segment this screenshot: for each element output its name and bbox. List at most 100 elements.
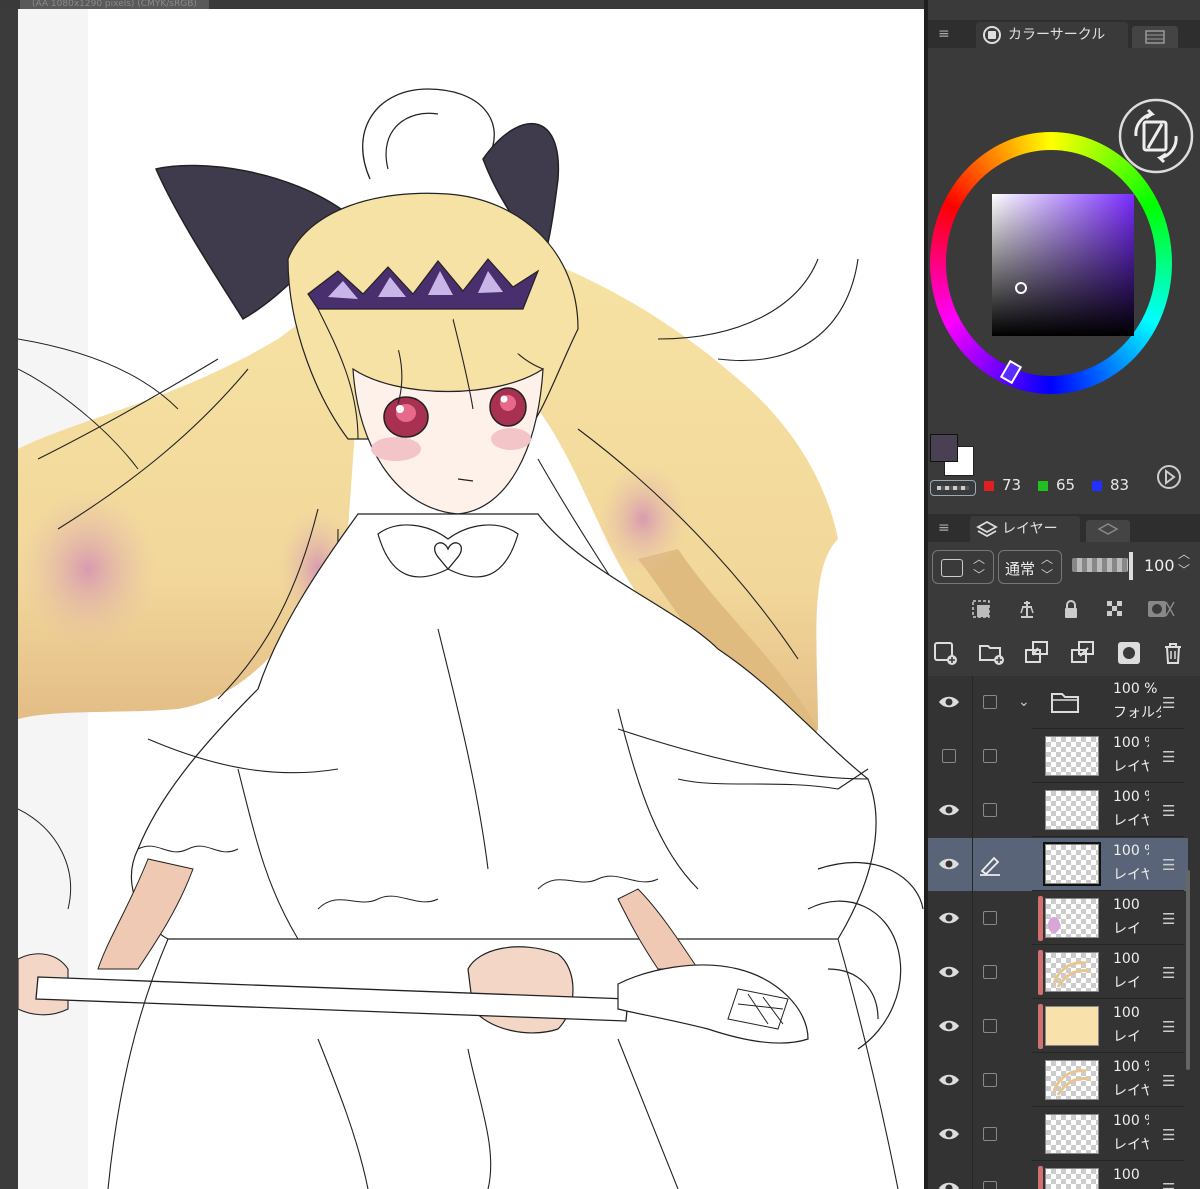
- new-raster-layer-icon[interactable]: [930, 638, 960, 668]
- reference-icon[interactable]: [1012, 594, 1042, 624]
- layer-menu-icon[interactable]: ☰: [1162, 1180, 1175, 1189]
- row-divider: [1032, 1160, 1184, 1161]
- blend-mode-select[interactable]: 通常 ︿ ﹀: [998, 550, 1062, 584]
- layer-select-checkbox[interactable]: [983, 1073, 997, 1087]
- layer-select-checkbox[interactable]: [983, 803, 997, 817]
- eye-icon[interactable]: [938, 964, 960, 980]
- layer-select-checkbox[interactable]: [983, 911, 997, 925]
- canvas-area[interactable]: [0, 9, 924, 1189]
- document-tab[interactable]: (AA 1080x1290 pixels) (CMYK/sRGB): [20, 0, 209, 9]
- lock-transparent-icon[interactable]: [1100, 594, 1130, 624]
- layer-thumbnail: [1045, 1114, 1099, 1154]
- clip-icon[interactable]: [966, 594, 996, 624]
- row-divider: [1032, 998, 1184, 999]
- visibility-checkbox[interactable]: [938, 748, 960, 764]
- pen-icon[interactable]: [978, 854, 1002, 880]
- layer-action-toolbar: [928, 634, 1200, 676]
- layer-menu-icon[interactable]: ☰: [1162, 694, 1175, 712]
- delete-icon[interactable]: [1158, 638, 1188, 668]
- layer-opacity: 100: [1113, 1167, 1140, 1183]
- sv-picker-cursor[interactable]: [1015, 282, 1027, 294]
- layer-menu-icon[interactable]: ☰: [1162, 1018, 1175, 1036]
- row-divider: [1032, 836, 1184, 837]
- eye-icon[interactable]: [938, 1180, 960, 1189]
- color-circle-tab-icon: [983, 26, 1001, 44]
- layer-color-select[interactable]: ︿ ﹀: [932, 550, 994, 584]
- layer-folder-row[interactable]: ⌄100 %フォルダー☰: [928, 676, 1188, 729]
- layer-row[interactable]: 100 % レイヤー ☰: [928, 1108, 1188, 1161]
- rgb-r[interactable]: 73: [984, 476, 1021, 494]
- layer-name: レイ: [1113, 1029, 1141, 1045]
- layer-menu-icon[interactable]: ☰: [1162, 910, 1175, 928]
- layer-select-checkbox[interactable]: [983, 965, 997, 979]
- layer-select-checkbox[interactable]: [983, 1181, 997, 1189]
- eye-icon[interactable]: [938, 910, 960, 926]
- eye-icon[interactable]: [938, 1018, 960, 1034]
- layer-menu-icon[interactable]: ☰: [1162, 964, 1175, 982]
- layers-icon: [976, 520, 998, 538]
- drawing-canvas[interactable]: [18, 9, 924, 1189]
- opacity-slider-handle[interactable]: [1129, 552, 1133, 580]
- layer-menu-icon[interactable]: ☰: [1162, 1072, 1175, 1090]
- layer-opacity: 100: [1113, 1005, 1140, 1021]
- mask-icon[interactable]: [1146, 594, 1176, 624]
- layer-menu-icon[interactable]: ☰: [1162, 1126, 1175, 1144]
- layer-mask-icon[interactable]: [1114, 638, 1144, 668]
- tab-layer-property[interactable]: [1086, 520, 1130, 542]
- layer-row[interactable]: 100 % レイヤー ☰: [928, 784, 1188, 837]
- layer-list-scrollbar[interactable]: [1186, 870, 1190, 1070]
- tab-color-slider[interactable]: [1132, 26, 1178, 48]
- row-divider: [1032, 782, 1184, 783]
- layer-name: レイヤー: [1113, 813, 1149, 829]
- layer-row[interactable]: 100 レイ ☰: [928, 892, 1188, 945]
- layer-row[interactable]: 100 % レイヤー ☰: [928, 1054, 1188, 1107]
- row-divider: [1032, 1052, 1184, 1053]
- opacity-slider[interactable]: [1072, 558, 1128, 572]
- layer-name: レイ: [1113, 921, 1141, 937]
- rgb-b[interactable]: 83: [1092, 476, 1129, 494]
- layer-thumbnail: [1045, 1060, 1099, 1100]
- artwork: [18, 9, 924, 1189]
- layer-panel-menu-icon[interactable]: ≡: [938, 521, 952, 535]
- play-icon[interactable]: [1156, 464, 1182, 490]
- layer-opacity: 100 %: [1113, 735, 1149, 751]
- layer-select-checkbox[interactable]: [983, 1019, 997, 1033]
- rgb-g[interactable]: 65: [1038, 476, 1075, 494]
- layer-menu-icon[interactable]: ☰: [1162, 802, 1175, 820]
- layer-menu-icon[interactable]: ☰: [1162, 856, 1175, 874]
- layer-select-checkbox[interactable]: [983, 1127, 997, 1141]
- chevron-down-icon[interactable]: ⌄: [1018, 694, 1030, 710]
- eye-icon[interactable]: [938, 856, 960, 872]
- layer-row[interactable]: 100 ☰: [928, 1162, 1188, 1189]
- eye-icon[interactable]: [938, 694, 960, 710]
- layer-row[interactable]: 100 レイ ☰: [928, 1000, 1188, 1053]
- main-color-swatch[interactable]: [930, 434, 958, 462]
- opacity-stepper[interactable]: ︿ ﹀: [1178, 546, 1190, 578]
- layer-row[interactable]: 100 % レイヤー ☰: [928, 730, 1188, 783]
- tab-color-circle[interactable]: カラーサークル: [976, 22, 1128, 48]
- transfer-down-icon[interactable]: [1022, 638, 1052, 668]
- saturation-value-square[interactable]: [992, 194, 1134, 336]
- eye-icon[interactable]: [938, 1126, 960, 1142]
- layer-list[interactable]: ⌄100 %フォルダー☰100 %レイヤー☰100 %レイヤー☰100 %レイヤ…: [928, 676, 1200, 1189]
- transparent-color-button[interactable]: [930, 480, 976, 496]
- panel-menu-icon[interactable]: ≡: [938, 27, 952, 41]
- layer-menu-icon[interactable]: ☰: [1162, 748, 1175, 766]
- layer-select-checkbox[interactable]: [983, 695, 997, 709]
- row-divider: [1032, 1106, 1184, 1107]
- layer-name: レイヤー: [1113, 1137, 1149, 1153]
- eye-icon[interactable]: [938, 1072, 960, 1088]
- tab-layer[interactable]: レイヤー: [970, 516, 1080, 542]
- layer-thumbnail: [1045, 952, 1099, 992]
- right-panel: ≡ カラーサークル 73 65 83 ≡ レイヤー ︿ ﹀ 通常 ︿ ﹀ 100…: [928, 0, 1200, 1189]
- layer-select-checkbox[interactable]: [983, 749, 997, 763]
- merge-down-icon[interactable]: [1068, 638, 1098, 668]
- layer-row[interactable]: 100 レイ ☰: [928, 946, 1188, 999]
- clipping-indicator: [1038, 1004, 1043, 1049]
- eye-icon[interactable]: [938, 802, 960, 818]
- lock-icon[interactable]: [1056, 594, 1086, 624]
- layer-thumbnail: [1045, 1006, 1099, 1046]
- new-folder-icon[interactable]: [976, 638, 1006, 668]
- rgb-b-value: 83: [1110, 476, 1130, 494]
- layer-row[interactable]: 100 % レイヤー ☰: [928, 838, 1188, 891]
